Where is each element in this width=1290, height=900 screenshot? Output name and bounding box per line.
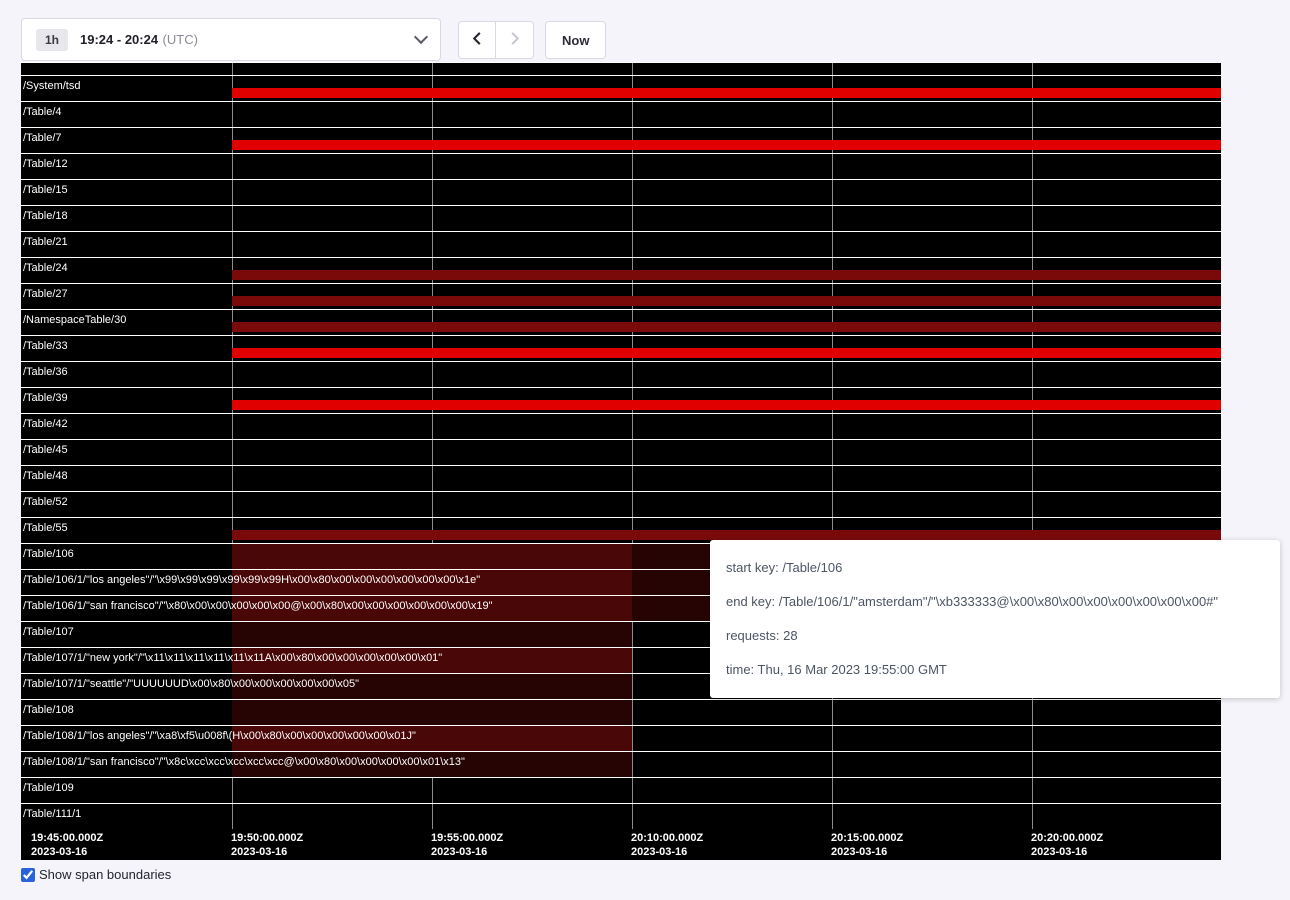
duration-badge: 1h [36, 29, 68, 51]
key-span-row[interactable]: /Table/108/1/"san francisco"/"\x8c\xcc\x… [21, 751, 1221, 777]
span-label: /Table/52 [23, 496, 68, 508]
footer-controls: Show span boundaries [21, 867, 171, 882]
span-label: /Table/36 [23, 366, 68, 378]
x-axis-tick: 20:10:00.000Z2023-03-16 [631, 831, 703, 859]
span-rows: /System/tsd/Table/4/Table/7/Table/12/Tab… [21, 62, 1221, 829]
span-label: /Table/45 [23, 444, 68, 456]
span-label: /Table/21 [23, 236, 68, 248]
key-span-row[interactable]: /Table/45 [21, 439, 1221, 465]
gridline [632, 62, 633, 829]
key-span-row[interactable]: /Table/12 [21, 153, 1221, 179]
time-range-label: 19:24 - 20:24 (UTC) [80, 31, 198, 49]
show-span-boundaries-label: Show span boundaries [39, 867, 171, 882]
key-visualizer-chart[interactable]: /System/tsd/Table/4/Table/7/Table/12/Tab… [21, 62, 1221, 860]
span-label: /Table/18 [23, 210, 68, 222]
span-label: /Table/7 [23, 132, 62, 144]
tooltip-end-key: end key: /Table/106/1/"amsterdam"/"\xb33… [726, 594, 1264, 610]
span-label: /Table/107/1/"new york"/"\x11\x11\x11\x1… [23, 652, 442, 664]
key-span-row[interactable]: /Table/109 [21, 777, 1221, 803]
span-label: /Table/109 [23, 782, 74, 794]
gridline [832, 62, 833, 829]
span-label: /Table/108/1/"san francisco"/"\x8c\xcc\x… [23, 756, 465, 768]
heat-cell[interactable] [232, 622, 632, 647]
key-span-row[interactable]: /Table/108 [21, 699, 1221, 725]
key-span-row[interactable]: /Table/18 [21, 205, 1221, 231]
show-span-boundaries-checkbox[interactable] [21, 868, 35, 882]
now-button[interactable]: Now [545, 21, 606, 59]
span-label: /Table/55 [23, 522, 68, 534]
x-axis: 19:45:00.000Z2023-03-16 19:50:00.000Z2023… [21, 829, 1221, 860]
time-nav-buttons [458, 21, 534, 59]
key-span-row[interactable]: /Table/33 [21, 335, 1221, 361]
key-span-row[interactable]: /Table/4 [21, 101, 1221, 127]
chevron-down-icon [414, 30, 428, 44]
key-span-row[interactable]: /Table/27 [21, 283, 1221, 309]
hot-span-band[interactable] [232, 296, 1221, 306]
span-label: /System/tsd [23, 80, 80, 92]
span-label: /Table/33 [23, 340, 68, 352]
tooltip-requests: requests: 28 [726, 628, 1264, 644]
time-range-value: 19:24 - 20:24 [80, 32, 158, 47]
gridline [1032, 62, 1033, 829]
hot-span-band[interactable] [232, 400, 1221, 410]
span-label: /Table/12 [23, 158, 68, 170]
x-axis-tick: 20:15:00.000Z2023-03-16 [831, 831, 903, 859]
span-label: /Table/107/1/"seattle"/"UUUUUUD\x00\x80\… [23, 678, 359, 690]
span-label: /Table/106/1/"san francisco"/"\x80\x00\x… [23, 600, 493, 612]
tooltip-start-key: start key: /Table/106 [726, 560, 1264, 576]
key-span-row[interactable]: /Table/52 [21, 491, 1221, 517]
hot-span-band[interactable] [232, 88, 1221, 98]
span-label: /Table/111/1 [23, 808, 81, 820]
key-span-row[interactable]: /Table/111/1 [21, 803, 1221, 829]
x-axis-tick: 19:50:00.000Z2023-03-16 [231, 831, 303, 859]
span-label: /Table/106 [23, 548, 74, 560]
key-span-row[interactable]: /Table/108/1/"los angeles"/"\xa8\xf5\u00… [21, 725, 1221, 751]
hot-span-band[interactable] [232, 140, 1221, 150]
heat-cell[interactable] [232, 544, 632, 569]
span-label: /Table/24 [23, 262, 68, 274]
key-span-row[interactable]: /Table/39 [21, 387, 1221, 413]
chevron-right-icon [507, 31, 522, 49]
x-axis-tick: 19:45:00.000Z2023-03-16 [31, 831, 103, 859]
span-label: /Table/4 [23, 106, 62, 118]
key-span-row[interactable]: /Table/48 [21, 465, 1221, 491]
key-span-row[interactable]: /System/tsd [21, 75, 1221, 101]
key-span-row[interactable]: /Table/21 [21, 231, 1221, 257]
key-span-row[interactable]: /Table/36 [21, 361, 1221, 387]
span-label: /Table/42 [23, 418, 68, 430]
span-label: /Table/15 [23, 184, 68, 196]
heat-cell[interactable] [232, 700, 632, 725]
key-span-row[interactable]: /Table/15 [21, 179, 1221, 205]
hot-span-band[interactable] [232, 322, 1221, 332]
chevron-left-icon [470, 31, 485, 49]
span-label: /NamespaceTable/30 [23, 314, 126, 326]
time-range-timezone: (UTC) [163, 32, 198, 47]
span-label: /Table/108 [23, 704, 74, 716]
hover-tooltip: start key: /Table/106 end key: /Table/10… [710, 540, 1280, 698]
key-span-row[interactable]: /Table/24 [21, 257, 1221, 283]
top-spacer-row [21, 62, 1221, 75]
x-axis-tick: 20:20:00.000Z2023-03-16 [1031, 831, 1103, 859]
span-label: /Table/108/1/"los angeles"/"\xa8\xf5\u00… [23, 730, 416, 742]
hot-span-band[interactable] [232, 270, 1221, 280]
key-span-row[interactable]: /NamespaceTable/30 [21, 309, 1221, 335]
span-label: /Table/107 [23, 626, 74, 638]
hot-span-band[interactable] [232, 530, 1221, 540]
span-label: /Table/106/1/"los angeles"/"\x99\x99\x99… [23, 574, 480, 586]
key-span-row[interactable]: /Table/7 [21, 127, 1221, 153]
hot-span-band[interactable] [232, 348, 1221, 358]
span-label: /Table/48 [23, 470, 68, 482]
key-span-row[interactable]: /Table/42 [21, 413, 1221, 439]
tooltip-time: time: Thu, 16 Mar 2023 19:55:00 GMT [726, 662, 1264, 678]
x-axis-tick: 19:55:00.000Z2023-03-16 [431, 831, 503, 859]
time-range-selector[interactable]: 1h 19:24 - 20:24 (UTC) [21, 18, 441, 61]
span-label: /Table/27 [23, 288, 68, 300]
prev-time-button[interactable] [458, 21, 496, 59]
span-label: /Table/39 [23, 392, 68, 404]
next-time-button[interactable] [496, 21, 534, 59]
